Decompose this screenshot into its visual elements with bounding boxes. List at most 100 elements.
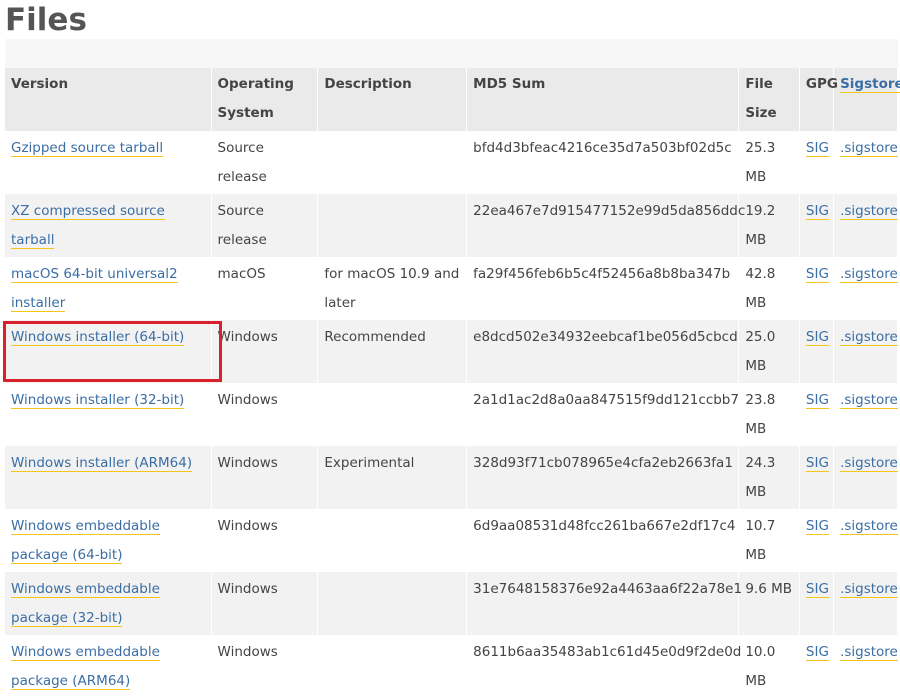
header-gpg: GPG xyxy=(799,68,838,131)
gpg-link[interactable]: SIG xyxy=(805,518,829,535)
table-row: Windows embeddable package (64-bit) Windo… xyxy=(5,509,898,572)
table-row: Windows embeddable package (ARM64) Window… xyxy=(5,635,898,698)
version-link[interactable]: Gzipped source tarball xyxy=(11,140,164,157)
description-text: Experimental xyxy=(324,455,415,471)
sigstore-cell: .sigstore xyxy=(833,320,898,383)
size-cell: 10.7 MB xyxy=(738,509,800,572)
gpg-cell: SIG xyxy=(799,635,835,698)
os-text: Windows xyxy=(217,392,278,408)
sigstore-link[interactable]: .sigstore xyxy=(840,329,898,346)
page-title: Files xyxy=(5,2,87,38)
size-text: 25.0 MB xyxy=(745,329,776,374)
os-text: Windows xyxy=(217,329,278,345)
size-text: 23.8 MB xyxy=(745,392,776,437)
size-text: 19.2 MB xyxy=(745,203,776,248)
md5-text: e8dcd502e34932eebcaf1be056d5cbcd xyxy=(473,329,738,345)
gpg-cell: SIG xyxy=(799,320,835,383)
os-text: Source release xyxy=(217,140,267,185)
description-cell xyxy=(317,572,468,635)
header-description: Description xyxy=(317,68,468,131)
md5-cell: 2a1d1ac2d8a0aa847515f9dd121ccbb7 xyxy=(466,383,740,446)
gpg-cell: SIG xyxy=(799,131,835,194)
gpg-link[interactable]: SIG xyxy=(805,392,829,409)
gpg-cell: SIG xyxy=(799,383,835,446)
sigstore-cell: .sigstore xyxy=(833,131,898,194)
version-link[interactable]: Windows embeddable package (64-bit) xyxy=(11,518,160,564)
header-version: Version xyxy=(5,68,212,131)
table-row: Windows installer (32-bit) Windows 2a1d1ac… xyxy=(5,383,898,446)
size-text: 24.3 MB xyxy=(745,455,776,500)
os-cell: Windows xyxy=(211,320,319,383)
size-text: 10.0 MB xyxy=(745,644,776,689)
sigstore-cell: .sigstore xyxy=(833,635,898,698)
version-link[interactable]: Windows embeddable package (32-bit) xyxy=(11,581,160,627)
version-link[interactable]: Windows installer (ARM64) xyxy=(11,455,193,472)
version-link[interactable]: Windows installer (32-bit) xyxy=(11,392,185,409)
size-text: 10.7 MB xyxy=(745,518,776,563)
gpg-link[interactable]: SIG xyxy=(805,140,829,157)
version-link[interactable]: XZ compressed source tarball xyxy=(11,203,165,249)
md5-cell: 6d9aa08531d48fcc261ba667e2df17c4 xyxy=(466,509,740,572)
md5-cell: 31e7648158376e92a4463aa6f22a78e1 xyxy=(466,572,743,635)
os-text: macOS xyxy=(217,266,266,282)
files-table: Version Operating System Description MD5… xyxy=(5,68,900,698)
gpg-link[interactable]: SIG xyxy=(805,581,829,598)
md5-text: 31e7648158376e92a4463aa6f22a78e1 xyxy=(473,581,743,597)
table-row: macOS 64-bit universal2 installer macOS fo… xyxy=(5,257,898,320)
sigstore-link[interactable]: .sigstore xyxy=(840,581,898,598)
sigstore-cell: .sigstore xyxy=(833,446,898,509)
description-cell xyxy=(317,509,468,572)
os-text: Windows xyxy=(217,581,278,597)
sigstore-link[interactable]: .sigstore xyxy=(840,140,898,157)
sigstore-link[interactable]: .sigstore xyxy=(840,518,898,535)
sigstore-cell: .sigstore xyxy=(833,383,898,446)
gpg-cell: SIG xyxy=(799,257,835,320)
version-link[interactable]: macOS 64-bit universal2 installer xyxy=(11,266,178,312)
table-row: Windows installer (ARM64) Windows Experime… xyxy=(5,446,898,509)
table-header-row: Version Operating System Description MD5… xyxy=(5,68,900,131)
gpg-link[interactable]: SIG xyxy=(805,644,829,661)
version-link[interactable]: Windows embeddable package (ARM64) xyxy=(11,644,160,690)
description-cell: for macOS 10.9 and later xyxy=(317,257,468,320)
sigstore-link[interactable]: .sigstore xyxy=(840,644,898,661)
os-cell: Windows xyxy=(211,572,319,635)
gpg-link[interactable]: SIG xyxy=(805,266,829,283)
md5-cell: 328d93f71cb078965e4cfa2eb2663fa1 xyxy=(466,446,740,509)
gpg-cell: SIG xyxy=(799,446,835,509)
size-cell: 19.2 MB xyxy=(738,194,800,257)
md5-cell: bfd4d3bfeac4216ce35d7a503bf02d5c xyxy=(466,131,740,194)
gpg-link[interactable]: SIG xyxy=(805,329,829,346)
size-cell: 25.3 MB xyxy=(738,131,800,194)
description-cell xyxy=(317,383,468,446)
md5-text: fa29f456feb6b5c4f52456a8b8ba347b xyxy=(473,266,731,282)
size-text: 25.3 MB xyxy=(745,140,776,185)
md5-text: 2a1d1ac2d8a0aa847515f9dd121ccbb7 xyxy=(473,392,739,408)
md5-cell: fa29f456feb6b5c4f52456a8b8ba347b xyxy=(466,257,740,320)
sigstore-link[interactable]: .sigstore xyxy=(840,266,898,283)
md5-text: 6d9aa08531d48fcc261ba667e2df17c4 xyxy=(473,518,736,534)
version-cell: Windows installer (32-bit) xyxy=(5,383,212,446)
gpg-cell: SIG xyxy=(799,509,835,572)
os-cell: Windows xyxy=(211,383,319,446)
version-cell: XZ compressed source tarball xyxy=(5,194,212,257)
description-text: for macOS 10.9 and later xyxy=(324,266,460,311)
description-cell xyxy=(317,635,468,698)
version-link[interactable]: Windows installer (64-bit) xyxy=(11,329,185,346)
version-cell: Gzipped source tarball xyxy=(5,131,212,194)
md5-text: bfd4d3bfeac4216ce35d7a503bf02d5c xyxy=(473,140,732,156)
table-row: XZ compressed source tarball Source relea… xyxy=(5,194,898,257)
gpg-link[interactable]: SIG xyxy=(805,455,829,472)
gpg-link[interactable]: SIG xyxy=(805,203,829,220)
version-cell: Windows embeddable package (64-bit) xyxy=(5,509,212,572)
size-text: 42.8 MB xyxy=(745,266,776,311)
size-cell: 24.3 MB xyxy=(738,446,800,509)
sigstore-link[interactable]: .sigstore xyxy=(840,203,898,220)
os-text: Source release xyxy=(217,203,267,248)
os-cell: Windows xyxy=(211,446,319,509)
os-cell: Source release xyxy=(211,131,319,194)
sigstore-link[interactable]: .sigstore xyxy=(840,455,898,472)
sigstore-link[interactable]: .sigstore xyxy=(840,392,898,409)
sigstore-header-link[interactable]: Sigstore xyxy=(840,76,900,93)
md5-text: 328d93f71cb078965e4cfa2eb2663fa1 xyxy=(473,455,733,471)
md5-cell: 8611b6aa35483ab1c61d45e0d9f2de0d xyxy=(466,635,741,698)
